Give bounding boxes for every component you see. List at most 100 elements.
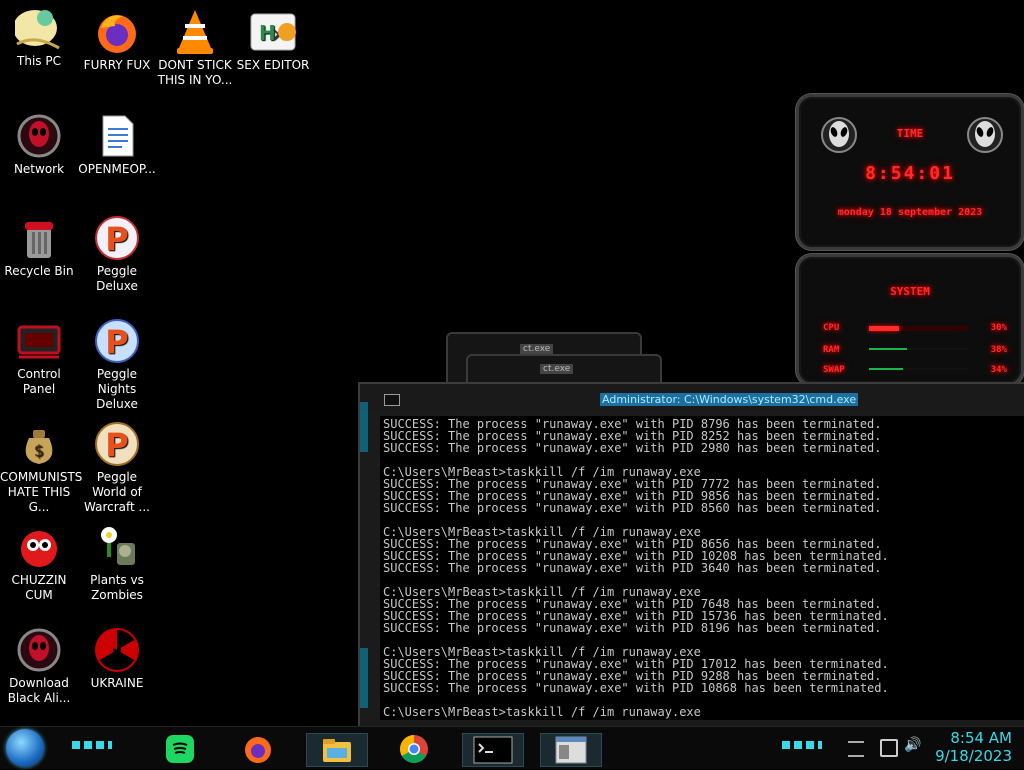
cmd-output-line: C:\Users\MrBeast>taskkill /f /im runaway… xyxy=(383,705,701,719)
ram-value: 38% xyxy=(990,345,1007,355)
cmd-output[interactable]: SUCCESS: The process "runaway.exe" with … xyxy=(380,416,1024,720)
desktop-icon-openmeop[interactable]: OPENMEOP... xyxy=(78,112,156,177)
cpu-label: CPU xyxy=(823,323,840,333)
cmd-output-line: SUCCESS: The process "runaway.exe" with … xyxy=(383,621,882,635)
svg-text:P: P xyxy=(105,323,128,361)
desktop-icon-label: Peggle Nights Deluxe xyxy=(96,367,138,411)
taskbar-spotify[interactable] xyxy=(150,733,210,765)
desktop-icon-label: FURRY FUX xyxy=(83,58,151,72)
cmd-window[interactable]: Administrator: C:\Windows\system32\cmd.e… xyxy=(358,382,1024,726)
desktop-icon-control-panel[interactable]: Control Panel xyxy=(0,317,78,397)
action-center-icon[interactable] xyxy=(848,741,864,757)
window-app-icon xyxy=(555,736,587,764)
desktop-icon-dont-stick[interactable]: DONT STICK THIS IN YO... xyxy=(156,8,234,88)
swap-label: SWAP xyxy=(823,365,845,375)
taskbar-window-app[interactable] xyxy=(540,733,602,767)
firefox-icon xyxy=(245,737,271,763)
cpu-value: 30% xyxy=(990,323,1007,333)
desktop-icon-recycle-bin[interactable]: Recycle Bin xyxy=(0,214,78,279)
plants-vs-zombies-icon xyxy=(93,523,141,571)
desktop-icon-label: CHUZZIN CUM xyxy=(11,573,67,602)
time-widget-date: monday 18 september 2023 xyxy=(837,207,983,218)
desktop-icon-label: This PC xyxy=(17,54,61,68)
firefox-icon xyxy=(93,8,141,56)
desktop-icon-label: COMMUNISTS HATE THIS G... xyxy=(0,470,83,514)
desktop-icon-ukraine[interactable]: UKRAINE xyxy=(78,626,156,691)
cmd-left-accent xyxy=(360,402,368,452)
desktop-icon-label: Peggle World of Warcraft ... xyxy=(84,470,150,514)
small-window-title: ct.exe xyxy=(540,364,574,374)
desktop-icon-label: Control Panel xyxy=(17,367,61,396)
recycle-bin-icon xyxy=(15,214,63,262)
taskbar-clock[interactable]: 8:54 AM 9/18/2023 xyxy=(935,729,1012,765)
clock-time: 8:54 AM xyxy=(950,729,1012,747)
cpu-bar xyxy=(869,326,969,331)
desktop-icon-label: Recycle Bin xyxy=(4,264,74,278)
swap-value: 34% xyxy=(990,365,1007,375)
chrome-icon xyxy=(400,735,428,763)
alien-network-icon xyxy=(15,112,63,160)
control-panel-icon xyxy=(15,317,63,365)
desktop-icon-peggle-nights[interactable]: P Peggle Nights Deluxe xyxy=(78,317,156,412)
desktop-icon-label: SEX EDITOR xyxy=(236,58,310,72)
radiation-icon xyxy=(93,626,141,674)
ram-label: RAM xyxy=(823,345,840,355)
time-widget[interactable]: TIME 8:54:01 monday 18 september 2023 xyxy=(796,94,1024,250)
desktop-icon-this-pc[interactable]: This PC xyxy=(0,4,78,69)
cmd-title-text: Administrator: C:\Windows\system32\cmd.e… xyxy=(600,393,859,406)
system-widget-title: SYSTEM xyxy=(890,285,930,298)
system-row-swap: SWAP 34% xyxy=(823,365,1007,377)
desktop-icon-peggle-wow[interactable]: P Peggle World of Warcraft ... xyxy=(78,420,156,515)
desktop-icon-label: OPENMEOP... xyxy=(78,162,156,176)
peggle-icon: P xyxy=(93,214,141,262)
desktop-icon-label: UKRAINE xyxy=(90,676,144,690)
spotify-icon xyxy=(166,735,194,763)
taskbar-chrome[interactable] xyxy=(384,733,444,765)
cmd-window-icon xyxy=(384,394,400,406)
alien-download-icon xyxy=(15,626,63,674)
desktop-icon-peggle-deluxe[interactable]: P Peggle Deluxe xyxy=(78,214,156,294)
desktop-icon-plants-vs-zombies[interactable]: Plants vs Zombies xyxy=(78,523,156,603)
peggle-nights-icon: P xyxy=(93,317,141,365)
peggle-wow-icon: P xyxy=(93,420,141,468)
desktop-icon-label: Plants vs Zombies xyxy=(90,573,144,602)
chuzzle-icon xyxy=(15,523,63,571)
desktop-icon-label: Network xyxy=(13,162,65,176)
file-explorer-icon xyxy=(323,739,351,762)
taskbar-accent-right xyxy=(782,741,822,749)
taskbar-file-explorer[interactable] xyxy=(306,733,368,767)
swap-bar xyxy=(869,368,969,370)
desktop-icon-label: DONT STICK THIS IN YO... xyxy=(157,58,233,87)
taskbar: 🔊 8:54 AM 9/18/2023 xyxy=(0,726,1024,769)
desktop-icon-label: Download Black Ali... xyxy=(7,676,71,705)
this-pc-icon xyxy=(13,4,63,52)
desktop-icon-network[interactable]: Network xyxy=(0,112,78,177)
cmd-output-line: SUCCESS: The process "runaway.exe" with … xyxy=(383,441,882,455)
desktop-icon-communists[interactable]: $ COMMUNISTS HATE THIS G... xyxy=(0,420,83,515)
cmd-output-line: SUCCESS: The process "runaway.exe" with … xyxy=(383,501,882,515)
ram-bar xyxy=(869,348,969,350)
clock-date: 9/18/2023 xyxy=(935,747,1012,765)
svg-text:$: $ xyxy=(34,441,44,460)
start-button[interactable] xyxy=(6,729,44,767)
svg-text:P: P xyxy=(105,426,128,464)
desktop-icon-download-black-ali[interactable]: Download Black Ali... xyxy=(0,626,78,706)
svg-text:P: P xyxy=(105,220,128,258)
system-row-cpu: CPU 30% xyxy=(823,323,1007,335)
document-icon xyxy=(93,112,141,160)
time-widget-title: TIME xyxy=(896,127,924,140)
cmd-output-line: SUCCESS: The process "runaway.exe" with … xyxy=(383,561,882,575)
desktop-icon-furry-fux[interactable]: FURRY FUX xyxy=(78,8,156,73)
small-window-title: ct.exe xyxy=(520,344,554,354)
desktop-icon-sex-editor[interactable]: H× SEX EDITOR xyxy=(234,8,312,73)
network-tray-icon[interactable] xyxy=(880,739,898,757)
taskbar-command-prompt[interactable] xyxy=(462,733,524,767)
cmd-output-line: SUCCESS: The process "runaway.exe" with … xyxy=(383,681,889,695)
cmd-title-bar[interactable]: Administrator: C:\Windows\system32\cmd.e… xyxy=(360,384,1024,414)
taskbar-accent-left xyxy=(72,741,112,749)
system-widget[interactable]: SYSTEM CPU 30% RAM 38% SWAP 34% xyxy=(796,254,1024,386)
desktop-icon-chuzzin-cum[interactable]: CHUZZIN CUM xyxy=(0,523,78,603)
cmd-left-accent xyxy=(360,648,368,708)
volume-tray-icon[interactable]: 🔊 xyxy=(904,737,921,753)
taskbar-firefox[interactable] xyxy=(228,733,288,765)
